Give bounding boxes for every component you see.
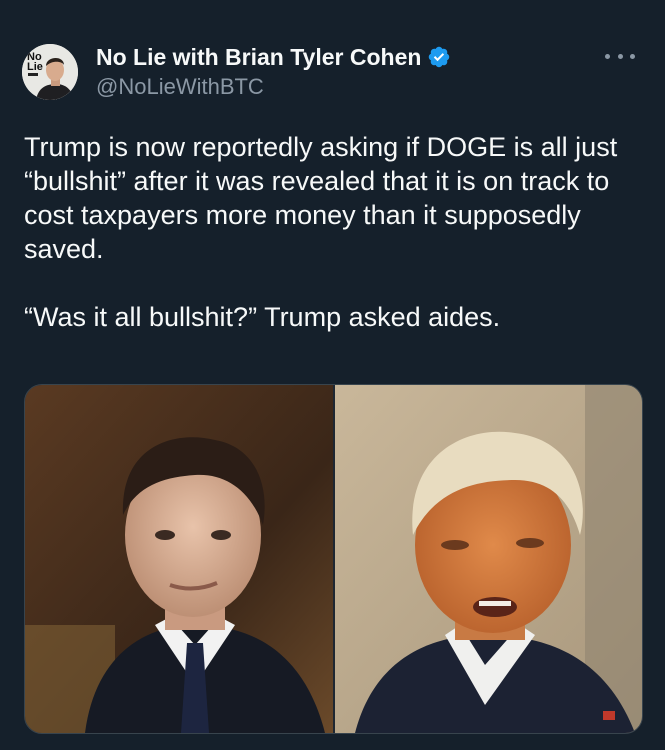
more-dot [605,53,610,59]
verified-badge-icon [429,46,450,68]
tweet-text: Trump is now reportedly asking if DOGE i… [24,130,642,334]
avatar-image: No Lie [22,44,78,100]
tweet-media-grid [24,384,643,734]
media-photo-2[interactable] [335,385,642,733]
media-photo-1[interactable] [25,385,333,733]
more-options-icon[interactable] [605,44,635,68]
avatar-logo-line2: Lie [27,61,43,73]
author-display-name[interactable]: No Lie with Brian Tyler Cohen [96,44,421,71]
more-dot [617,53,623,59]
photo-2-image [335,385,642,733]
tweet-paragraph: “Was it all bullshit?” Trump asked aides… [24,302,501,332]
photo-1-image [25,385,333,733]
more-dot [630,53,635,59]
author-handle[interactable]: @NoLieWithBTC [96,74,264,100]
author-name-row: No Lie with Brian Tyler Cohen [96,42,451,72]
tweet-paragraph: Trump is now reportedly asking if DOGE i… [24,132,618,264]
author-avatar[interactable]: No Lie [22,44,78,100]
tweet-card[interactable]: No Lie No Lie with Brian Tyler Cohen @No… [0,0,665,750]
